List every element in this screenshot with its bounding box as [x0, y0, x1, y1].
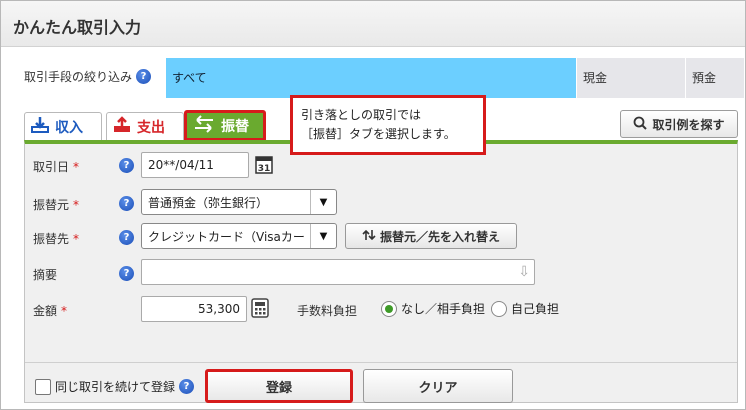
chevron-down-icon: ▼ [310, 224, 336, 248]
callout-line-1: 引き落としの取引では [301, 108, 422, 122]
instruction-callout: 引き落としの取引では ［振替］タブを選択します。 [290, 95, 486, 155]
tab-expense-label: 支出 [137, 119, 165, 136]
tab-expense[interactable]: 支出 [106, 112, 184, 140]
memo-field[interactable]: ⇩ [141, 259, 535, 285]
callout-line-2: ［振替］タブを選択します。 [301, 127, 456, 141]
tab-income-label: 収入 [55, 119, 83, 136]
tab-income[interactable]: 収入 [24, 112, 102, 140]
continue-registration-checkbox[interactable]: 同じ取引を続けて登録 ? [35, 378, 195, 395]
from-label: 振替元 * [33, 198, 80, 212]
fee-option-self[interactable]: 自己負担 [491, 300, 559, 317]
filter-label-text: 取引手段の絞り込み [24, 70, 133, 84]
from-account-select[interactable]: 普通預金（弥生銀行） ▼ [141, 189, 337, 215]
window-title: かんたん取引入力 [13, 18, 142, 37]
fee-option-none[interactable]: なし／相手負担 [381, 300, 485, 317]
help-icon[interactable]: ? [119, 158, 134, 173]
date-label: 取引日 * [33, 160, 80, 174]
memo-label: 摘要 [33, 268, 58, 282]
calculator-icon[interactable] [251, 298, 269, 321]
find-example-label: 取引例を探す [652, 117, 725, 132]
to-account-select[interactable]: クレジットカード（Visaカー ▼ [141, 223, 337, 249]
title-bar: かんたん取引入力 [1, 1, 745, 47]
find-example-button[interactable]: 取引例を探す [620, 110, 738, 138]
help-icon[interactable]: ? [179, 379, 195, 394]
radio-selected[interactable] [381, 300, 397, 317]
help-icon[interactable]: ? [119, 196, 134, 211]
swap-accounts-label: 振替元／先を入れ替え [379, 229, 500, 244]
transfer-icon [193, 115, 215, 136]
tab-transfer[interactable]: 振替 [184, 110, 266, 141]
amount-field[interactable]: 53,300 [141, 296, 247, 322]
expense-icon [113, 116, 131, 137]
filter-label: 取引手段の絞り込み ? [24, 68, 152, 85]
filter-option-all[interactable]: すべて [166, 58, 576, 98]
register-button[interactable]: 登録 [205, 369, 353, 403]
to-label: 振替先 * [33, 232, 80, 246]
filter-option-cash[interactable]: 現金 [577, 58, 685, 98]
clear-button[interactable]: クリア [363, 369, 513, 403]
checkbox[interactable] [35, 378, 51, 395]
transaction-form: 取引日 * ? 20**/04/11 31 振替元 * ? 普通預金（弥生銀行） ▼… [24, 140, 738, 403]
search-icon [633, 116, 648, 133]
fee-label: 手数料負担 [297, 304, 358, 318]
swap-accounts-button[interactable]: 振替元／先を入れ替え [345, 223, 517, 249]
filter-option-deposit[interactable]: 預金 [686, 58, 744, 98]
memo-dropdown-icon[interactable]: ⇩ [518, 264, 530, 280]
radio-unselected[interactable] [491, 300, 507, 317]
date-field[interactable]: 20**/04/11 [141, 152, 249, 178]
tab-transfer-label: 振替 [221, 118, 249, 135]
swap-icon [362, 228, 376, 245]
help-icon[interactable]: ? [119, 230, 134, 245]
help-icon[interactable]: ? [119, 266, 134, 281]
divider [25, 362, 737, 363]
svg-text:31: 31 [258, 164, 271, 174]
calendar-icon[interactable]: 31 [255, 154, 273, 177]
amount-label: 金額 * [33, 304, 68, 318]
income-icon [31, 116, 49, 137]
help-icon[interactable]: ? [136, 69, 152, 84]
chevron-down-icon: ▼ [310, 190, 336, 214]
